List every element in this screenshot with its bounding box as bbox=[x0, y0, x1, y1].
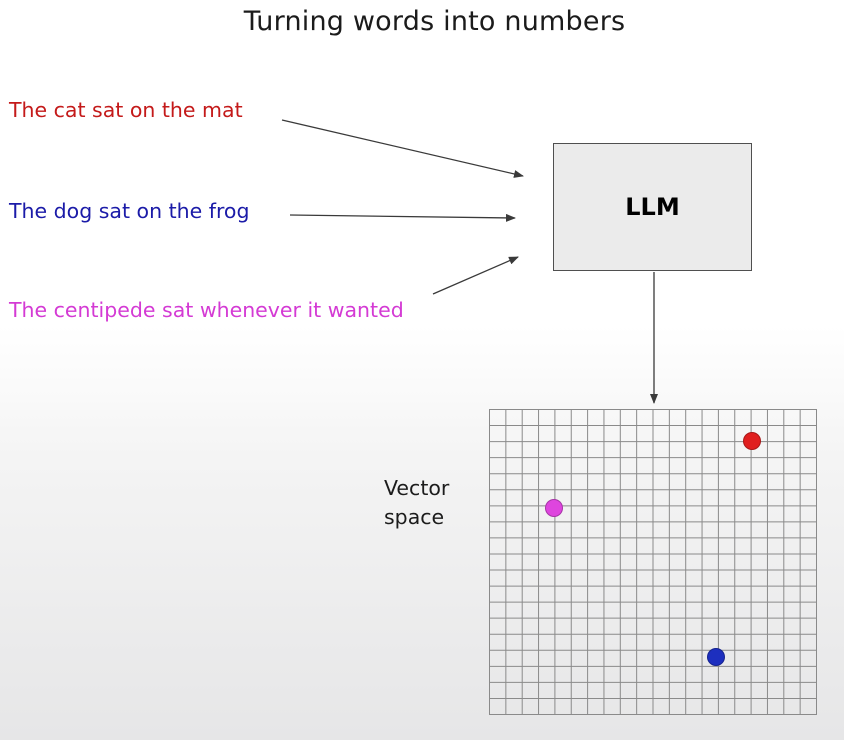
vector-space-grid bbox=[489, 409, 817, 715]
arrow-centipede-to-llm bbox=[432, 256, 519, 295]
arrow-dog-to-llm bbox=[289, 213, 516, 222]
blue-dot bbox=[707, 648, 725, 666]
pink-dot bbox=[545, 499, 563, 517]
vector-space-label-line1: Vector bbox=[384, 476, 450, 500]
red-dot bbox=[743, 432, 761, 450]
arrow-cat-to-llm bbox=[281, 119, 524, 178]
vector-space-label-line2: space bbox=[384, 505, 445, 529]
vector-space-label: Vector space bbox=[384, 474, 449, 532]
